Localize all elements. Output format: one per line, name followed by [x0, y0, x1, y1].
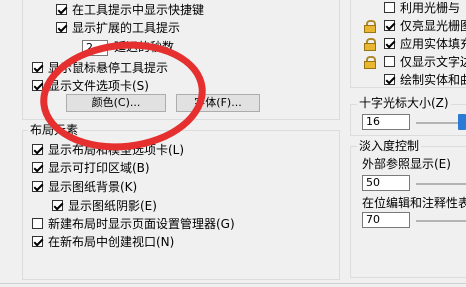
lock-icon	[364, 38, 376, 51]
page-setup-manager-label: 新建布局时显示页面设置管理器(G)	[48, 217, 235, 231]
paper-background-label: 显示图纸背景(K)	[48, 180, 138, 194]
raster-checkbox[interactable]	[384, 2, 395, 13]
apply-solid-fill-label: 应用实体填充	[400, 37, 466, 51]
extended-tooltip-label: 显示扩展的工具提示	[72, 21, 181, 35]
layout-model-tabs-checkbox[interactable]	[32, 144, 43, 155]
highlight-raster-label: 仅亮显光栅图	[400, 19, 466, 33]
bottom-border	[0, 283, 466, 284]
lock-icon	[364, 20, 376, 33]
tooltip-shortcut-checkbox[interactable]	[56, 4, 67, 15]
tooltip-shortcut-label: 在工具提示中显示快捷键	[72, 3, 205, 17]
font-button[interactable]: 字体(F)...	[176, 94, 260, 112]
paper-background-checkbox[interactable]	[32, 181, 43, 192]
xref-display-input[interactable]: 50	[362, 175, 410, 191]
file-tabs-checkbox[interactable]	[32, 80, 43, 91]
paper-shadow-label: 显示图纸阴影(E)	[68, 199, 157, 213]
layout-model-tabs-label: 显示布局和模型选项卡(L)	[48, 143, 185, 157]
layout-elements-title: 布局元素	[28, 123, 81, 137]
crosshair-slider-thumb[interactable]	[458, 114, 466, 130]
xref-display-label: 外部参照显示(E)	[362, 157, 451, 171]
lock-icon	[364, 56, 376, 69]
crosshair-title: 十字光标大小(Z)	[357, 96, 451, 110]
draw-solid-checkbox[interactable]	[384, 74, 395, 85]
extended-tooltip-checkbox[interactable]	[56, 22, 67, 33]
fade-control-title: 淡入度控制	[357, 139, 422, 153]
mouse-hover-tooltip-checkbox[interactable]	[32, 62, 43, 73]
highlight-raster-checkbox[interactable]	[384, 20, 395, 31]
page-setup-manager-checkbox[interactable]	[32, 218, 43, 229]
raster-label: 利用光栅与	[400, 1, 461, 15]
printable-area-label: 显示可打印区域(B)	[48, 161, 150, 175]
create-viewport-label: 在新布局中创建视口(N)	[48, 235, 175, 249]
paper-shadow-checkbox[interactable]	[52, 200, 63, 211]
file-tabs-label: 显示文件选项卡(S)	[48, 79, 149, 93]
printable-area-checkbox[interactable]	[32, 162, 43, 173]
inplace-slider-track	[416, 220, 466, 222]
mouse-hover-tooltip-label: 显示鼠标悬停工具提示	[48, 61, 169, 75]
show-text-border-checkbox[interactable]	[384, 56, 395, 67]
create-viewport-checkbox[interactable]	[32, 236, 43, 247]
xref-slider-track	[416, 183, 466, 185]
delay-seconds-input[interactable]: 2	[82, 40, 108, 56]
inplace-edit-label: 在位编辑和注释性表	[362, 196, 466, 210]
crosshair-size-input[interactable]: 16	[362, 114, 410, 130]
show-text-border-label: 仅显示文字边	[400, 55, 466, 69]
draw-solid-label: 绘制实体和曲	[400, 73, 466, 87]
apply-solid-fill-checkbox[interactable]	[384, 38, 395, 49]
inplace-edit-input[interactable]: 70	[362, 212, 410, 228]
color-button[interactable]: 颜色(C)...	[66, 94, 166, 112]
delay-seconds-label: 延迟的秒数	[114, 40, 175, 54]
